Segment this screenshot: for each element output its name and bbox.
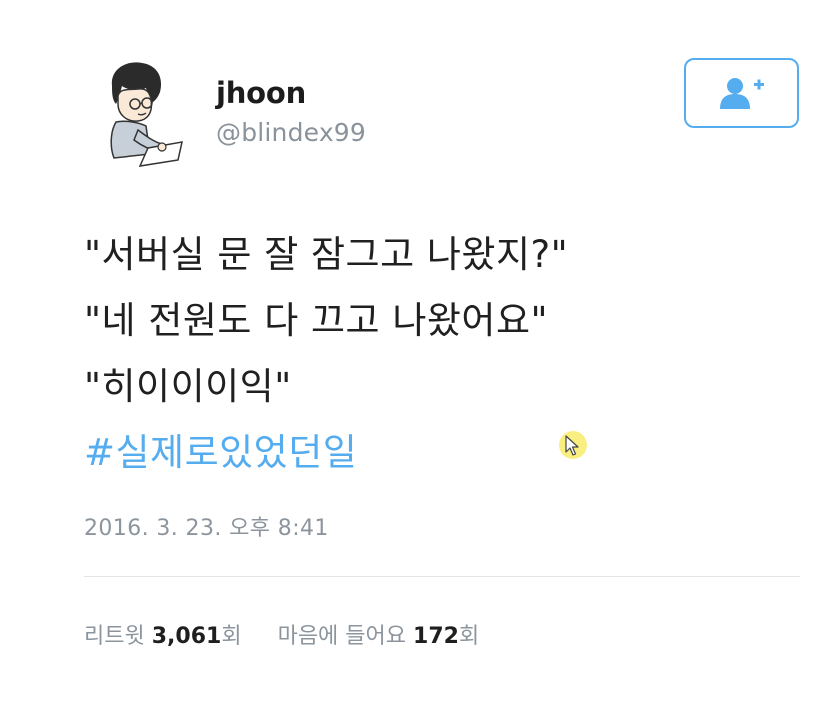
divider: [84, 576, 800, 577]
tweet-line-1: "서버실 문 잘 잠그고 나왔지?": [84, 233, 569, 276]
retweet-unit: 회: [221, 624, 242, 649]
user-name[interactable]: jhoon: [216, 76, 306, 110]
tweet-timestamp[interactable]: 2016. 3. 23. 오후 8:41: [84, 510, 329, 542]
cartoon-man-avatar-icon: [110, 62, 183, 167]
tweet-line-3: "히이이이익": [84, 365, 292, 408]
like-unit: 회: [458, 624, 480, 649]
tweet-card: jhoon @blindex99 "서버실 문 잘 잠그고 나왔지?" "네 전…: [0, 0, 840, 710]
retweet-label: 리트윗: [84, 624, 145, 649]
mouse-cursor-icon: [559, 431, 587, 459]
user-handle[interactable]: @blindex99: [216, 118, 366, 147]
retweet-count[interactable]: 3,061: [152, 624, 222, 649]
like-count[interactable]: 172: [413, 624, 459, 649]
tweet-line-2: "네 전원도 다 끄고 나왔어요": [84, 299, 549, 342]
tweet-text: "서버실 문 잘 잠그고 나왔지?" "네 전원도 다 끄고 나왔어요" "히이…: [84, 222, 784, 486]
like-label: 마음에 들어요: [277, 624, 407, 649]
tweet-stats: 리트윗 3,061회 마음에 들어요 172회: [84, 618, 479, 650]
hashtag-link[interactable]: #실제로있었던일: [84, 420, 784, 486]
avatar[interactable]: [98, 58, 184, 170]
follow-button[interactable]: [684, 58, 799, 128]
add-user-icon: [719, 78, 764, 109]
